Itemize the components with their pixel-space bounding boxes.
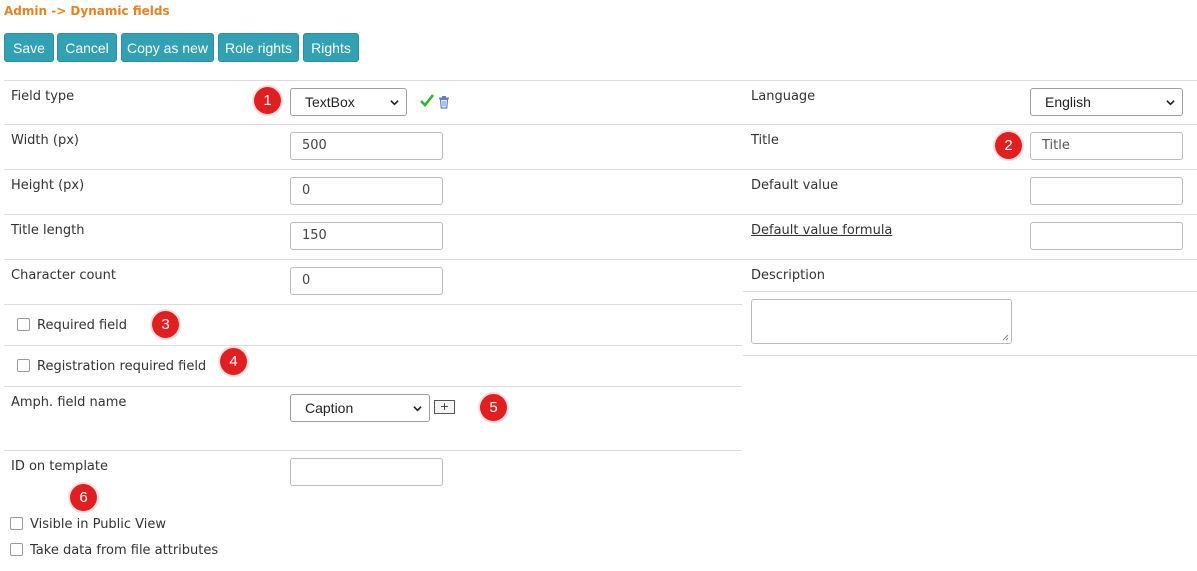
title-label: Title (751, 133, 779, 148)
field-type-select[interactable]: TextBox (290, 88, 407, 116)
check-icon[interactable] (420, 94, 434, 107)
annotation-marker-3: 3 (152, 311, 179, 338)
title-input[interactable]: Title (1030, 132, 1183, 160)
row-divider (743, 355, 1197, 356)
row-divider (4, 80, 1197, 81)
title-length-label: Title length (11, 223, 85, 238)
character-count-label: Character count (11, 268, 116, 283)
width-label: Width (px) (11, 133, 79, 148)
height-input[interactable]: 0 (290, 177, 443, 205)
row-divider (4, 304, 742, 305)
id-on-template-label: ID on template (11, 459, 108, 474)
save-button[interactable]: Save (4, 33, 54, 62)
take-data-from-file-attributes-label: Take data from file attributes (30, 543, 219, 558)
registration-required-field-label: Registration required field (37, 359, 207, 374)
height-label: Height (px) (11, 178, 85, 193)
role-rights-button[interactable]: Role rights (218, 33, 299, 62)
rights-button[interactable]: Rights (303, 33, 359, 62)
row-divider (743, 291, 1197, 292)
row-divider (4, 259, 1197, 260)
chevron-down-icon (390, 100, 399, 106)
annotation-marker-5: 5 (480, 394, 507, 421)
copy-as-new-button[interactable]: Copy as new (121, 33, 214, 62)
annotation-marker-2: 2 (995, 132, 1022, 159)
description-textarea[interactable] (751, 299, 1012, 344)
cancel-button[interactable]: Cancel (57, 33, 117, 62)
annotation-marker-4: 4 (220, 348, 247, 375)
amph-field-name-label: Amph. field name (11, 395, 127, 410)
id-on-template-input[interactable] (290, 458, 443, 486)
visible-in-public-view-label: Visible in Public View (30, 517, 167, 532)
take-data-from-file-attributes-checkbox[interactable] (10, 543, 23, 556)
visible-in-public-view-checkbox[interactable] (10, 517, 23, 530)
add-field-button[interactable]: + (434, 400, 455, 414)
language-label: Language (751, 89, 816, 104)
row-divider (4, 214, 1197, 215)
character-count-input[interactable]: 0 (290, 267, 443, 295)
row-divider (4, 450, 742, 451)
language-select[interactable]: English (1030, 88, 1183, 116)
title-length-input[interactable]: 150 (290, 222, 443, 250)
default-value-input[interactable] (1030, 177, 1183, 205)
default-value-label: Default value (751, 178, 839, 193)
amph-field-name-value: Caption (305, 400, 354, 416)
annotation-marker-1: 1 (254, 87, 281, 114)
width-input[interactable]: 500 (290, 132, 443, 160)
chevron-down-icon (413, 406, 422, 412)
required-field-label: Required field (37, 318, 128, 333)
amph-field-name-select[interactable]: Caption (290, 394, 430, 422)
default-value-formula-link[interactable]: Default value formula (751, 223, 892, 238)
chevron-down-icon (1166, 100, 1175, 106)
registration-required-field-checkbox[interactable] (17, 359, 30, 372)
field-type-label: Field type (11, 89, 75, 104)
description-label: Description (751, 268, 826, 283)
trash-icon[interactable] (438, 96, 450, 109)
resize-handle-icon[interactable] (1002, 334, 1009, 341)
row-divider (4, 169, 1197, 170)
default-value-formula-input[interactable] (1030, 222, 1183, 250)
row-divider (4, 124, 1197, 125)
field-type-value: TextBox (305, 94, 355, 110)
row-divider (4, 345, 742, 346)
breadcrumb: Admin -> Dynamic fields (4, 4, 170, 18)
row-divider (4, 386, 742, 387)
required-field-checkbox[interactable] (17, 318, 30, 331)
annotation-marker-6: 6 (70, 484, 97, 511)
language-value: English (1045, 94, 1091, 110)
